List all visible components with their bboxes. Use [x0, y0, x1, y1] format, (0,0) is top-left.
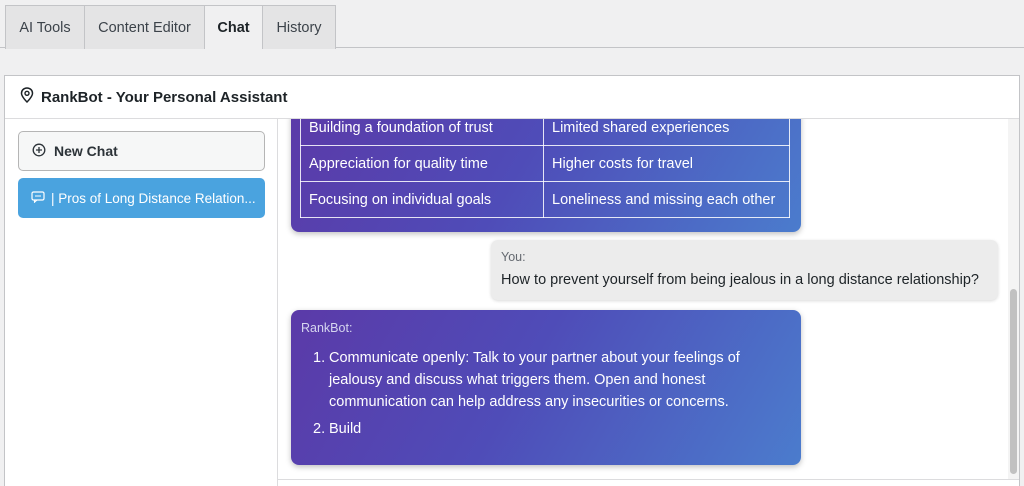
table-row: Focusing on individual goals Loneliness …: [300, 181, 790, 218]
scrollbar-thumb[interactable]: [1010, 289, 1017, 474]
table-cell: Focusing on individual goals: [300, 181, 544, 218]
location-pin-icon: [20, 87, 41, 107]
table-cell: Limited shared experiences: [543, 119, 790, 146]
plus-circle-icon: [32, 143, 54, 160]
chat-scrollbar[interactable]: [1008, 119, 1019, 479]
list-line: Communicate openly: Talk to your partner…: [329, 350, 740, 366]
list-line: Build: [329, 421, 362, 437]
panel-title: RankBot - Your Personal Assistant: [41, 88, 288, 106]
user-message: You: How to prevent yourself from being …: [491, 240, 998, 300]
chat-item-label: | Pros of Long Distance Relation...: [51, 190, 256, 206]
table-cell: Building a foundation of trust: [300, 119, 544, 146]
list-number: 1.: [313, 350, 326, 366]
list-number: 2.: [313, 421, 326, 437]
list-line: jealousy and discuss what triggers them.…: [329, 372, 706, 388]
message-input-area[interactable]: [278, 479, 1019, 486]
tab-content-editor[interactable]: Content Editor: [84, 5, 205, 49]
chat-bubble-icon: [31, 190, 51, 206]
tab-chat[interactable]: Chat: [204, 5, 263, 49]
list-line: communication can help address any insec…: [329, 394, 729, 410]
new-chat-label: New Chat: [54, 143, 118, 159]
table-row: Appreciation for quality time Higher cos…: [300, 145, 790, 182]
table-cell: Loneliness and missing each other: [543, 181, 790, 218]
reply-list: 1. Communicate openly: Talk to your part…: [301, 347, 801, 440]
table-row: Building a foundation of trust Limited s…: [300, 119, 790, 146]
message-text: How to prevent yourself from being jealo…: [501, 272, 979, 288]
chat-panel: RankBot - Your Personal Assistant New Ch…: [4, 75, 1020, 486]
chat-messages: Building a foundation of trust Limited s…: [278, 119, 1008, 479]
tab-history[interactable]: History: [262, 5, 336, 49]
bot-message-reply: RankBot: 1. Communicate openly: Talk to …: [291, 310, 801, 465]
tab-ai-tools[interactable]: AI Tools: [5, 5, 85, 49]
chat-sidebar: New Chat | Pros of Long Distance Relatio…: [5, 119, 278, 486]
tab-bar: AI Tools Content Editor Chat History: [0, 0, 1024, 49]
new-chat-button[interactable]: New Chat: [18, 131, 265, 171]
list-item: 2. Build: [301, 418, 801, 440]
table-cell: Appreciation for quality time: [300, 145, 544, 182]
sidebar-item-chat[interactable]: | Pros of Long Distance Relation...: [18, 178, 265, 218]
bot-message-table: Building a foundation of trust Limited s…: [291, 119, 801, 232]
comparison-table: Building a foundation of trust Limited s…: [300, 119, 790, 218]
list-item: 1. Communicate openly: Talk to your part…: [301, 347, 801, 413]
message-sender: You:: [501, 250, 526, 264]
panel-header: RankBot - Your Personal Assistant: [5, 76, 1019, 119]
table-cell: Higher costs for travel: [543, 145, 790, 182]
message-sender: RankBot:: [301, 321, 353, 335]
